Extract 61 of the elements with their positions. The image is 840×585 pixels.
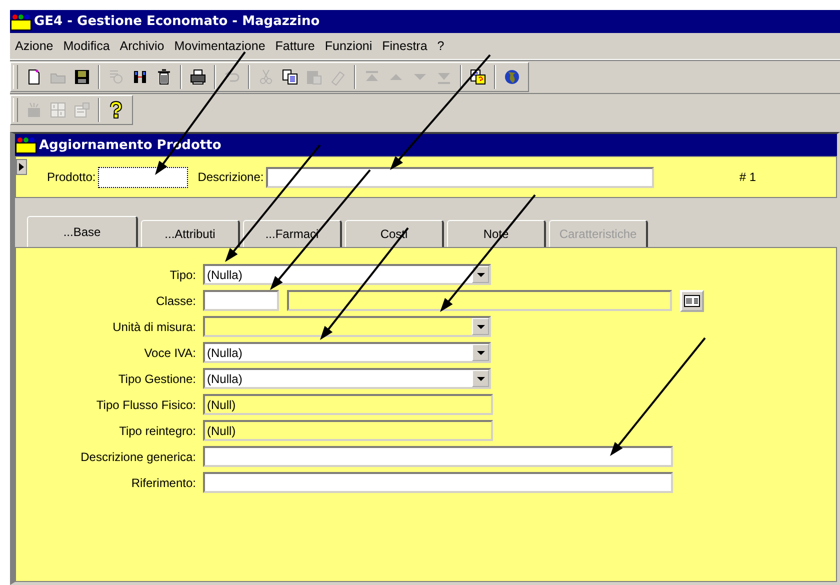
lookup-button[interactable] [680, 290, 704, 312]
field-label: Tipo Flusso Fisico: [95, 398, 196, 412]
child-window-title: Aggiornamento Prodotto [39, 138, 222, 152]
copy-icon [281, 68, 299, 86]
dropdown-value: (Nulla) [206, 346, 244, 360]
globe-icon [503, 68, 521, 86]
menu-item[interactable]: Azione [13, 39, 60, 53]
field-label: Tipo Gestione: [117, 372, 196, 386]
dropdown-value: (Nulla) [206, 268, 244, 282]
input-field[interactable] [203, 290, 279, 311]
input-field[interactable] [287, 290, 672, 311]
dropdown-field[interactable]: (Nulla) [203, 342, 491, 363]
tab[interactable]: ...Base [27, 216, 138, 247]
dropdown-button[interactable] [472, 344, 489, 361]
caret-icon [476, 272, 484, 276]
help-icon [107, 101, 125, 119]
tab[interactable]: ...Attributi [141, 220, 240, 247]
input-field[interactable] [203, 472, 673, 493]
product-field[interactable] [98, 166, 188, 188]
dropdown-value: (Nulla) [206, 372, 244, 386]
field-label: Voce IVA: [143, 346, 196, 360]
field-label: Classe: [154, 294, 196, 308]
dropdown-button[interactable] [472, 370, 489, 387]
menu-item[interactable]: Funzioni [322, 39, 378, 53]
dropdown-button[interactable] [472, 266, 489, 283]
paste-icon [305, 68, 323, 86]
caret-icon [476, 376, 484, 380]
menu-item[interactable]: Archivio [118, 39, 170, 53]
columns-icon [131, 68, 149, 86]
record-number: # 1 [739, 170, 756, 184]
grid-icon [49, 101, 67, 119]
cut-icon [257, 68, 275, 86]
field-label: Riferimento: [130, 476, 196, 490]
field-label: Tipo: [168, 268, 196, 282]
record-selector[interactable] [16, 159, 27, 175]
menu-item[interactable]: ? [435, 39, 450, 53]
menu-item[interactable]: Fatture [273, 39, 321, 53]
menu-item[interactable]: Modifica [61, 39, 116, 53]
triangle-icon [19, 163, 24, 171]
toolbox-icon [10, 12, 32, 30]
dropdown-field[interactable]: (Nulla) [203, 264, 491, 285]
toolbox-icon [15, 136, 37, 154]
save-icon [73, 68, 91, 86]
input-field[interactable] [203, 446, 673, 467]
trash-icon [155, 68, 173, 86]
description-field[interactable] [266, 166, 654, 188]
print-icon [189, 68, 207, 86]
menu-item[interactable]: Movimentazione [172, 39, 272, 53]
form-icon [684, 294, 700, 306]
field-label: Descrizione generica: [80, 450, 196, 464]
menu-item[interactable]: Finestra [380, 39, 434, 53]
window-title: GE4 - Gestione Economato - Magazzino [34, 14, 320, 29]
dropdown-field[interactable]: (Nulla) [203, 368, 491, 389]
caret-icon [476, 350, 484, 354]
field-label: Descrizione: [198, 170, 264, 184]
field-label: Unità di misura: [112, 320, 196, 334]
field-label: Tipo reintegro: [118, 424, 196, 438]
props-icon [73, 101, 91, 119]
field-label: Prodotto: [47, 170, 96, 184]
caret-icon [476, 324, 484, 328]
find-icon [107, 68, 125, 86]
